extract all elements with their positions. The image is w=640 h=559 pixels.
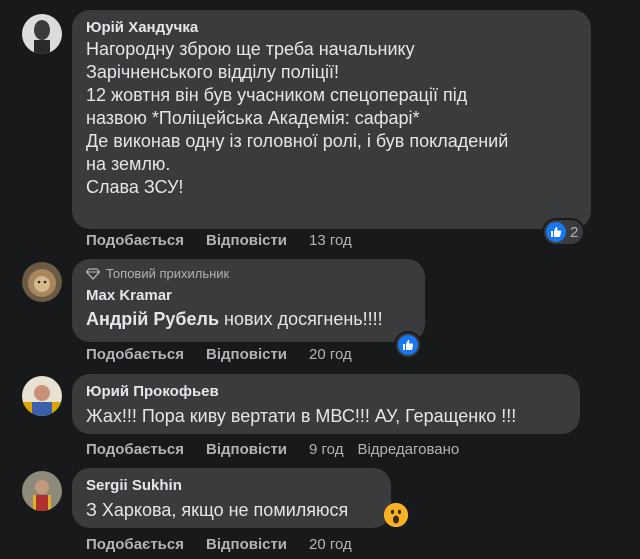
reaction-summary[interactable]: 2 — [544, 220, 584, 244]
comment-actions: Подобається Відповісти 20 год — [86, 536, 352, 553]
comment-bubble: Юрій Хандучка Нагородну зброю ще треба н… — [72, 10, 591, 229]
badge-label: Топовий прихильник — [106, 266, 230, 281]
comment-actions: Подобається Відповісти 9 год Відредагова… — [86, 441, 459, 458]
comment-bubble: Sergii Sukhin З Харкова, якщо не помиляю… — [72, 468, 391, 528]
reaction-summary[interactable] — [396, 333, 420, 357]
like-button[interactable]: Подобається — [86, 346, 184, 363]
timestamp[interactable]: 20 год — [309, 536, 352, 553]
comment-text: Нагородну зброю ще треба начальнику Зарі… — [86, 39, 509, 197]
like-button[interactable]: Подобається — [86, 441, 184, 458]
reply-button[interactable]: Відповісти — [206, 232, 287, 249]
comment-author[interactable]: Юрий Прокофьев — [86, 382, 566, 402]
avatar[interactable] — [22, 376, 62, 416]
timestamp[interactable]: 9 год — [309, 441, 343, 458]
wow-icon — [384, 503, 408, 527]
comment-text: Жах!!! Пора киву вертати в МВС!!! АУ, Ге… — [86, 406, 517, 426]
like-icon — [398, 335, 418, 355]
user-photo-icon — [22, 14, 62, 54]
edited-label[interactable]: Відредаговано — [357, 441, 459, 458]
comment-author[interactable]: Sergii Sukhin — [86, 476, 377, 496]
comment-author[interactable]: Юрій Хандучка — [86, 18, 577, 38]
like-button[interactable]: Подобається — [86, 232, 184, 249]
mention-link[interactable]: Андрій Рубель — [86, 309, 219, 329]
reply-button[interactable]: Відповісти — [206, 346, 287, 363]
reaction-count: 2 — [570, 223, 579, 241]
comment-author[interactable]: Max Kramar — [86, 286, 411, 306]
avatar[interactable] — [22, 471, 62, 511]
avatar[interactable] — [22, 14, 62, 54]
diamond-icon — [86, 268, 100, 280]
comment-text: Андрій Рубель нових досягнень!!!! — [86, 309, 383, 329]
reaction-summary[interactable] — [382, 501, 410, 529]
reply-button[interactable]: Відповісти — [206, 536, 287, 553]
timestamp[interactable]: 20 год — [309, 346, 352, 363]
user-photo-icon — [22, 376, 62, 416]
like-button[interactable]: Подобається — [86, 536, 184, 553]
comment-actions: Подобається Відповісти 20 год — [86, 346, 352, 363]
like-icon — [546, 222, 566, 242]
comment-bubble: Юрий Прокофьев Жах!!! Пора киву вертати … — [72, 374, 580, 434]
reply-button[interactable]: Відповісти — [206, 441, 287, 458]
lion-photo-icon — [22, 262, 62, 302]
avatar[interactable] — [22, 262, 62, 302]
comment-bubble: Топовий прихильник Max Kramar Андрій Руб… — [72, 259, 425, 342]
top-fan-badge[interactable]: Топовий прихильник — [86, 265, 411, 283]
timestamp[interactable]: 13 год — [309, 232, 352, 249]
user-photo-icon — [22, 471, 62, 511]
comment-actions: Подобається Відповісти 13 год — [86, 232, 352, 249]
comment-text: З Харкова, якщо не помиляюся — [86, 500, 349, 520]
